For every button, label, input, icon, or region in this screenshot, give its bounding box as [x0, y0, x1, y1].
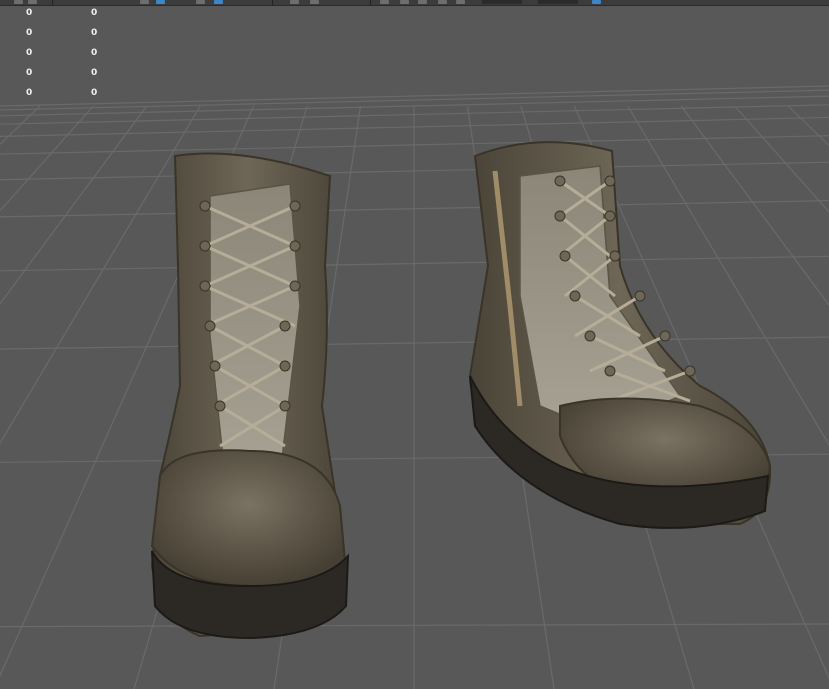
select-icon[interactable]: [14, 0, 23, 4]
grid-icon[interactable]: [400, 0, 409, 4]
shaded-icon[interactable]: [438, 0, 447, 4]
3d-viewport[interactable]: [0, 6, 829, 689]
viewport-canvas[interactable]: [0, 6, 829, 689]
texture-icon[interactable]: [456, 0, 465, 4]
left-boot[interactable]: [150, 152, 350, 640]
value-field[interactable]: [482, 0, 522, 4]
stats-value: 0: [91, 28, 98, 38]
stats-value: 0: [26, 8, 33, 18]
stats-row: 00: [0, 26, 120, 46]
stats-row: 00: [0, 66, 120, 86]
move-icon[interactable]: [28, 0, 37, 4]
right-boot[interactable]: [468, 141, 772, 529]
stats-row: 00: [0, 6, 120, 26]
scale-icon[interactable]: [156, 0, 165, 4]
camera-icon[interactable]: [290, 0, 299, 4]
render-icon[interactable]: [380, 0, 389, 4]
toolbar-divider: [272, 0, 273, 5]
stats-row: 00: [0, 86, 120, 106]
snap-active-icon[interactable]: [214, 0, 223, 4]
value-field[interactable]: [538, 0, 578, 4]
light-icon[interactable]: [310, 0, 319, 4]
stats-value: 0: [91, 68, 98, 78]
stats-row: 00: [0, 46, 120, 66]
stats-overlay: 0000000000: [0, 6, 120, 106]
wireframe-icon[interactable]: [418, 0, 427, 4]
stats-value: 0: [26, 88, 33, 98]
stats-value: 0: [26, 68, 33, 78]
stats-value: 0: [91, 8, 98, 18]
stats-value: 0: [26, 28, 33, 38]
rotate-icon[interactable]: [140, 0, 149, 4]
gamma-icon[interactable]: [592, 0, 601, 4]
stats-value: 0: [91, 48, 98, 58]
snap-icon[interactable]: [196, 0, 205, 4]
stats-value: 0: [26, 48, 33, 58]
toolbar-divider: [52, 0, 53, 5]
stats-value: 0: [91, 88, 98, 98]
toolbar-divider: [370, 0, 371, 5]
